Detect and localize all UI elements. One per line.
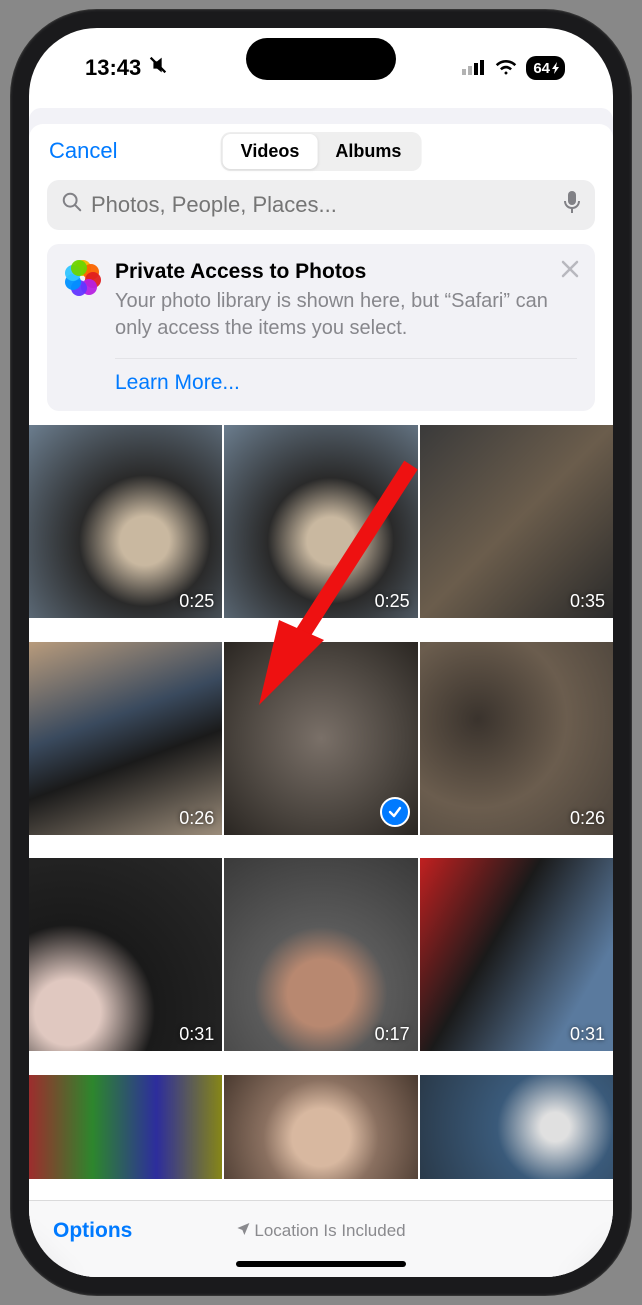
- divider: [115, 358, 577, 359]
- segmented-control: Videos Albums: [221, 132, 422, 171]
- selected-checkmark-icon: [380, 797, 410, 827]
- location-icon: [236, 1221, 250, 1241]
- home-indicator[interactable]: [236, 1261, 406, 1267]
- video-thumbnail-selected[interactable]: [224, 642, 417, 835]
- video-thumbnail[interactable]: 0:31: [29, 858, 222, 1051]
- learn-more-link[interactable]: Learn More...: [115, 371, 577, 395]
- video-thumbnail[interactable]: [29, 1075, 222, 1179]
- tab-videos[interactable]: Videos: [223, 134, 318, 169]
- cellular-icon: [462, 55, 486, 81]
- silent-icon: [147, 54, 169, 82]
- privacy-title: Private Access to Photos: [115, 260, 577, 284]
- video-thumbnail[interactable]: 0:31: [420, 858, 613, 1051]
- photos-app-icon: [65, 260, 101, 296]
- search-icon: [61, 191, 83, 219]
- video-thumbnail[interactable]: [420, 1075, 613, 1179]
- video-grid: 0:25 0:25 0:35 0:26 0:26 0:31 0:17 0:31: [29, 425, 613, 1200]
- photo-picker-sheet: Cancel Videos Albums: [29, 124, 613, 1277]
- bottom-toolbar: Options Location Is Included: [29, 1200, 613, 1277]
- location-included-label: Location Is Included: [236, 1221, 405, 1241]
- phone-frame: 13:43 64 Cancel: [11, 10, 631, 1295]
- privacy-body: Your photo library is shown here, but “S…: [115, 288, 577, 342]
- dynamic-island: [246, 38, 396, 80]
- picker-header: Cancel Videos Albums: [29, 124, 613, 180]
- status-time: 13:43: [85, 55, 141, 81]
- video-thumbnail[interactable]: 0:25: [29, 425, 222, 618]
- video-thumbnail[interactable]: 0:35: [420, 425, 613, 618]
- screen: 13:43 64 Cancel: [29, 28, 613, 1277]
- close-icon[interactable]: [559, 258, 581, 285]
- search-input[interactable]: [91, 192, 555, 218]
- search-bar[interactable]: [47, 180, 595, 230]
- options-button[interactable]: Options: [53, 1219, 132, 1243]
- video-thumbnail[interactable]: [224, 1075, 417, 1179]
- wifi-icon: [494, 55, 518, 81]
- privacy-info-card: Private Access to Photos Your photo libr…: [47, 244, 595, 411]
- cancel-button[interactable]: Cancel: [49, 138, 117, 164]
- video-thumbnail[interactable]: 0:26: [29, 642, 222, 835]
- microphone-icon[interactable]: [563, 190, 581, 220]
- tab-albums[interactable]: Albums: [317, 134, 419, 169]
- video-thumbnail[interactable]: 0:17: [224, 858, 417, 1051]
- video-thumbnail[interactable]: 0:25: [224, 425, 417, 618]
- video-thumbnail[interactable]: 0:26: [420, 642, 613, 835]
- battery-icon: 64: [526, 56, 565, 80]
